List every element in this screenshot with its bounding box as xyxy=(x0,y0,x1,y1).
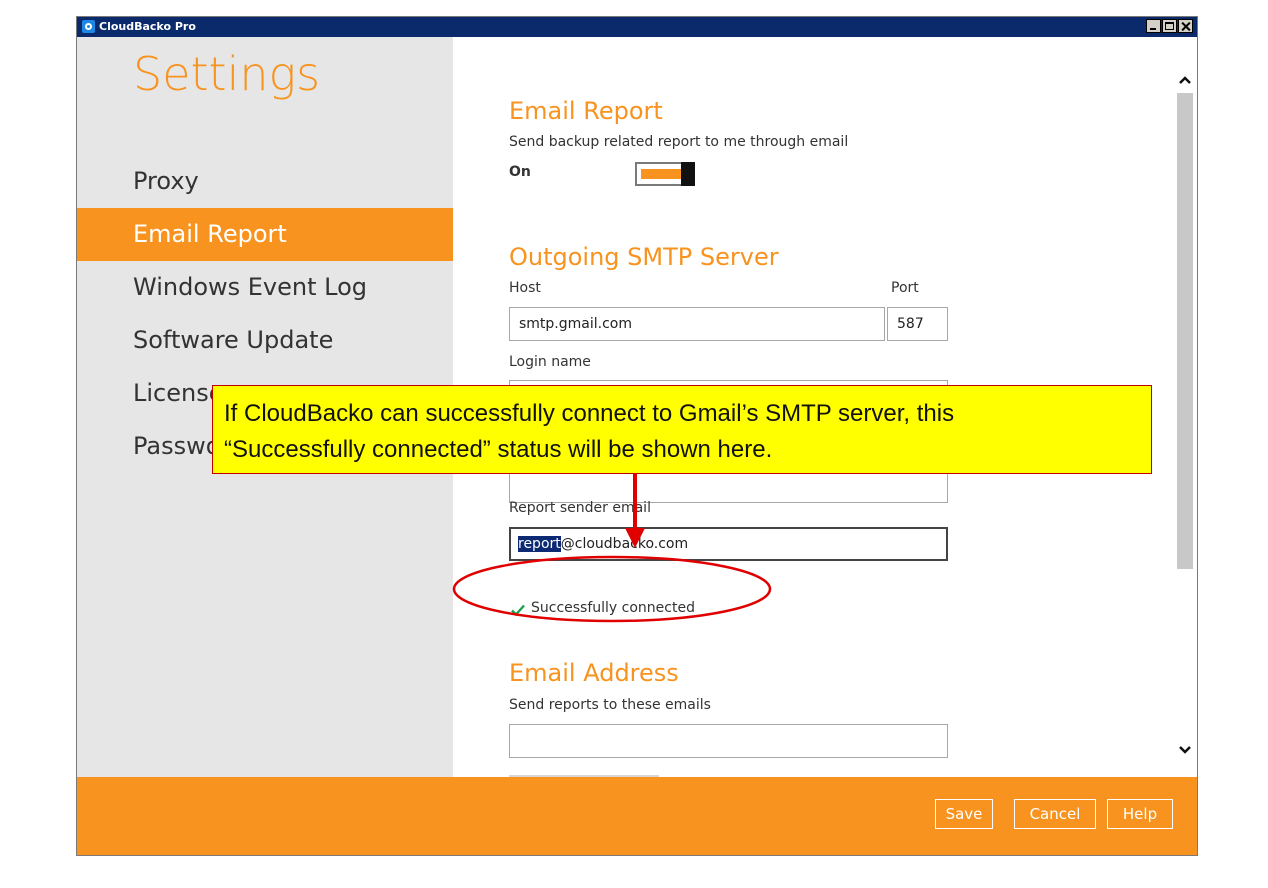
scroll-up-icon[interactable] xyxy=(1178,75,1192,85)
callout-line-1: If CloudBacko can successfully connect t… xyxy=(224,400,955,427)
selected-text: report xyxy=(518,536,561,552)
host-label: Host xyxy=(509,280,541,296)
sender-email-input[interactable]: report@cloudbacko.com xyxy=(509,527,948,561)
port-label: Port xyxy=(891,280,919,296)
sender-email-label: Report sender email xyxy=(509,500,651,516)
checkmark-icon xyxy=(511,604,525,617)
cloudbacko-app-icon xyxy=(82,20,95,33)
nav-item-proxy[interactable]: Proxy xyxy=(77,155,453,208)
send-reports-label: Send reports to these emails xyxy=(509,697,711,713)
annotation-callout: If CloudBacko can successfully connect t… xyxy=(212,385,1152,474)
window-controls xyxy=(1145,19,1193,33)
nav-item-windows-event-log[interactable]: Windows Event Log xyxy=(77,261,453,314)
close-button[interactable] xyxy=(1178,19,1193,33)
save-button[interactable]: Save xyxy=(935,799,993,829)
vertical-scrollbar[interactable] xyxy=(1173,37,1197,777)
sender-email-rest: @cloudbacko.com xyxy=(560,536,689,552)
toggle-state-label: On xyxy=(509,164,531,180)
host-input[interactable]: smtp.gmail.com xyxy=(509,307,885,341)
password-input[interactable] xyxy=(509,469,948,503)
report-recipients-input[interactable] xyxy=(509,724,948,758)
scrollbar-thumb[interactable] xyxy=(1177,93,1193,569)
email-report-description: Send backup related report to me through… xyxy=(509,134,849,150)
cancel-button[interactable]: Cancel xyxy=(1014,799,1096,829)
help-button[interactable]: Help xyxy=(1107,799,1173,829)
maximize-button[interactable] xyxy=(1162,19,1177,33)
minimize-button[interactable] xyxy=(1146,19,1161,33)
title-bar: CloudBacko Pro xyxy=(77,17,1197,37)
nav-item-software-update[interactable]: Software Update xyxy=(77,314,453,367)
connection-status: Successfully connected xyxy=(531,600,695,616)
port-input[interactable]: 587 xyxy=(887,307,948,341)
nav-item-email-report[interactable]: Email Report xyxy=(77,208,453,261)
login-name-label: Login name xyxy=(509,354,591,370)
email-address-heading: Email Address xyxy=(509,659,679,687)
footer-bar: Save Cancel Help xyxy=(77,777,1197,855)
settings-title: Settings xyxy=(133,47,321,101)
scroll-down-icon[interactable] xyxy=(1178,745,1192,755)
callout-line-2: “Successfully connected” status will be … xyxy=(224,436,773,463)
window-title: CloudBacko Pro xyxy=(99,20,196,33)
toggle-knob[interactable] xyxy=(681,162,695,186)
toggle-fill xyxy=(641,169,681,179)
smtp-heading: Outgoing SMTP Server xyxy=(509,243,779,271)
email-report-toggle[interactable] xyxy=(635,162,695,186)
email-report-heading: Email Report xyxy=(509,97,663,125)
